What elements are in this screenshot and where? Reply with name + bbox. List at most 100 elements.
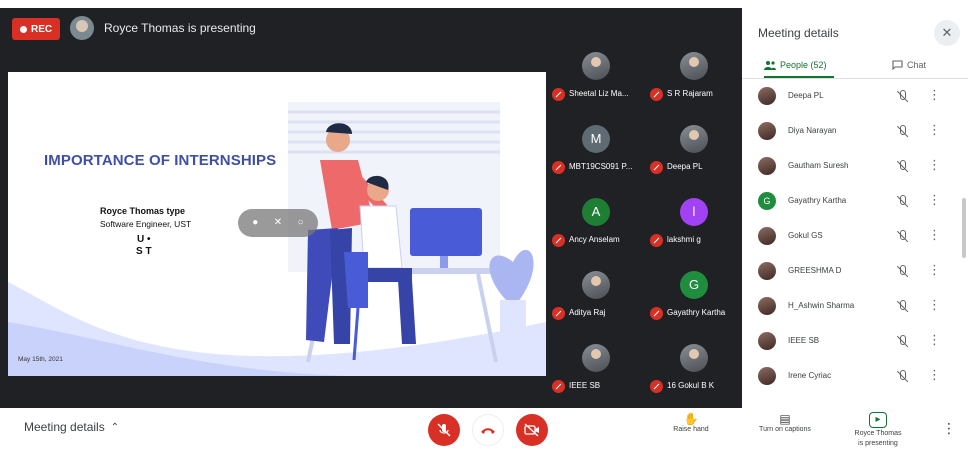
presenting-button[interactable]: ▸ Royce Thomas is presenting	[842, 412, 914, 448]
slide-presenter-role: Software Engineer, UST	[100, 219, 192, 229]
mic-off-icon[interactable]	[895, 194, 909, 208]
mute-icon[interactable]: ✕	[272, 217, 284, 229]
person-avatar	[758, 87, 776, 105]
participant-tile[interactable]: S R Rajaram	[644, 42, 742, 115]
participant-avatar	[582, 52, 610, 80]
captions-icon: ▤	[779, 412, 791, 426]
mic-off-icon	[650, 161, 663, 174]
people-list-item[interactable]: GREESHMA D ⋮	[742, 255, 968, 290]
person-avatar: G	[758, 192, 776, 210]
person-avatar	[758, 122, 776, 140]
slide-date: May 15th, 2021	[18, 356, 63, 363]
more-options-icon[interactable]: ⋮	[928, 297, 941, 313]
chevron-up-icon: ⌃	[110, 421, 120, 433]
recording-label: REC	[31, 23, 53, 35]
participant-avatar	[582, 344, 610, 372]
participant-avatar	[680, 52, 708, 80]
participant-tile[interactable]: Deepa PL	[644, 115, 742, 188]
mic-off-icon[interactable]	[895, 159, 909, 173]
meeting-details-panel: Meeting details ✕ People (52) Chat Deepa…	[742, 8, 968, 408]
slide-logo: U • S T	[136, 234, 152, 258]
tab-divider	[742, 78, 968, 79]
tab-people[interactable]: People (52)	[764, 60, 827, 70]
more-options-icon[interactable]: ⋮	[928, 87, 941, 103]
participant-tile[interactable]: A Ancy Anselam	[546, 188, 644, 261]
participant-tile[interactable]: Sheetal Liz Ma...	[546, 42, 644, 115]
camera-toggle-button[interactable]	[516, 414, 548, 446]
person-avatar	[758, 297, 776, 315]
meeting-details-button[interactable]: Meeting details ⌃	[24, 420, 119, 434]
participant-tile[interactable]: M MBT19CS091 P...	[546, 115, 644, 188]
slide-overlay-controls[interactable]: ● ✕ ○	[238, 209, 318, 237]
mic-off-icon	[552, 380, 565, 393]
more-options-icon[interactable]: ⋮	[928, 367, 941, 383]
mic-off-icon[interactable]	[895, 369, 909, 383]
camera-off-icon	[524, 423, 539, 437]
participant-avatar: G	[680, 271, 708, 299]
mic-off-icon	[552, 88, 565, 101]
presenting-label-line1: Royce Thomas	[854, 430, 902, 437]
captions-button[interactable]: ▤ Turn on captions	[748, 412, 822, 434]
mic-off-icon	[552, 307, 565, 320]
mic-off-icon[interactable]	[895, 229, 909, 243]
mic-off-icon[interactable]	[895, 89, 909, 103]
participant-tile[interactable]: G Gayathry Kartha	[644, 261, 742, 334]
person-name: Diya Narayan	[788, 126, 837, 135]
more-options-icon[interactable]: ⋮	[928, 227, 941, 243]
participant-name: Deepa PL	[667, 162, 703, 171]
pin-icon[interactable]: ●	[249, 217, 261, 229]
people-list-item[interactable]: G Gayathry Kartha ⋮	[742, 185, 968, 220]
person-name: GREESHMA D	[788, 266, 842, 275]
more-options-icon[interactable]: ⋮	[928, 192, 941, 208]
person-avatar	[758, 262, 776, 280]
mic-off-icon	[650, 234, 663, 247]
mic-off-icon	[552, 161, 565, 174]
microphone-toggle-button[interactable]	[428, 414, 460, 446]
people-list-item[interactable]: Gokul GS ⋮	[742, 220, 968, 255]
people-list-item[interactable]: Irene Cyriac ⋮	[742, 360, 968, 395]
people-icon	[764, 61, 776, 70]
mic-off-icon	[552, 234, 565, 247]
participant-tile[interactable]: l lakshmi g	[644, 188, 742, 261]
tab-chat-label: Chat	[907, 60, 927, 70]
people-list-item[interactable]: Diya Narayan ⋮	[742, 115, 968, 150]
record-dot-icon	[20, 25, 27, 33]
participant-tile[interactable]: IEEE SB	[546, 334, 644, 407]
participant-name: Gayathry Kartha	[667, 308, 726, 317]
slide-logo-line2: S T	[136, 246, 152, 257]
participant-tile[interactable]: Aditya Raj	[546, 261, 644, 334]
raise-hand-button[interactable]: ✋ Raise hand	[664, 412, 718, 434]
person-name: Gayathry Kartha	[788, 196, 847, 205]
recording-badge: REC	[12, 18, 61, 40]
people-list-item[interactable]: H_Ashwin Sharma ⋮	[742, 290, 968, 325]
person-avatar	[758, 157, 776, 175]
panel-scrollbar[interactable]	[962, 198, 966, 258]
mic-off-icon	[437, 423, 451, 437]
person-name: Irene Cyriac	[788, 371, 832, 380]
people-list-item[interactable]: Gautham Suresh ⋮	[742, 150, 968, 185]
close-icon[interactable]: ✕	[934, 20, 960, 46]
people-list-item[interactable]: IEEE SB ⋮	[742, 325, 968, 360]
people-list-item[interactable]: Deepa PL ⋮	[742, 80, 968, 115]
bottom-toolbar: Meeting details ⌃ ✋ Raise hand ▤ Turn on…	[0, 408, 968, 453]
mic-off-icon[interactable]	[895, 124, 909, 138]
participant-tile[interactable]: 16 Gokul B K	[644, 334, 742, 407]
more-options-icon[interactable]: ⋮	[928, 157, 941, 173]
presenting-label-line2: is presenting	[858, 440, 898, 447]
person-name: H_Ashwin Sharma	[788, 301, 855, 310]
person-name: Deepa PL	[788, 91, 824, 100]
more-options-icon[interactable]: ⋮	[928, 332, 941, 348]
main-stage: REC Royce Thomas is presenting IMPORTANC…	[0, 8, 742, 408]
remove-icon[interactable]: ○	[295, 217, 307, 229]
leave-call-button[interactable]	[472, 414, 504, 446]
tab-chat[interactable]: Chat	[892, 60, 926, 70]
person-avatar	[758, 332, 776, 350]
mic-off-icon[interactable]	[895, 264, 909, 278]
people-list: Deepa PL ⋮ Diya Narayan ⋮ Gautham Suresh ⋮ G Ga…	[742, 80, 968, 408]
panel-title: Meeting details	[758, 26, 839, 40]
mic-off-icon[interactable]	[895, 334, 909, 348]
mic-off-icon[interactable]	[895, 299, 909, 313]
more-options-icon[interactable]: ⋮	[928, 262, 941, 278]
more-options-icon[interactable]: ⋮	[942, 420, 956, 437]
more-options-icon[interactable]: ⋮	[928, 122, 941, 138]
